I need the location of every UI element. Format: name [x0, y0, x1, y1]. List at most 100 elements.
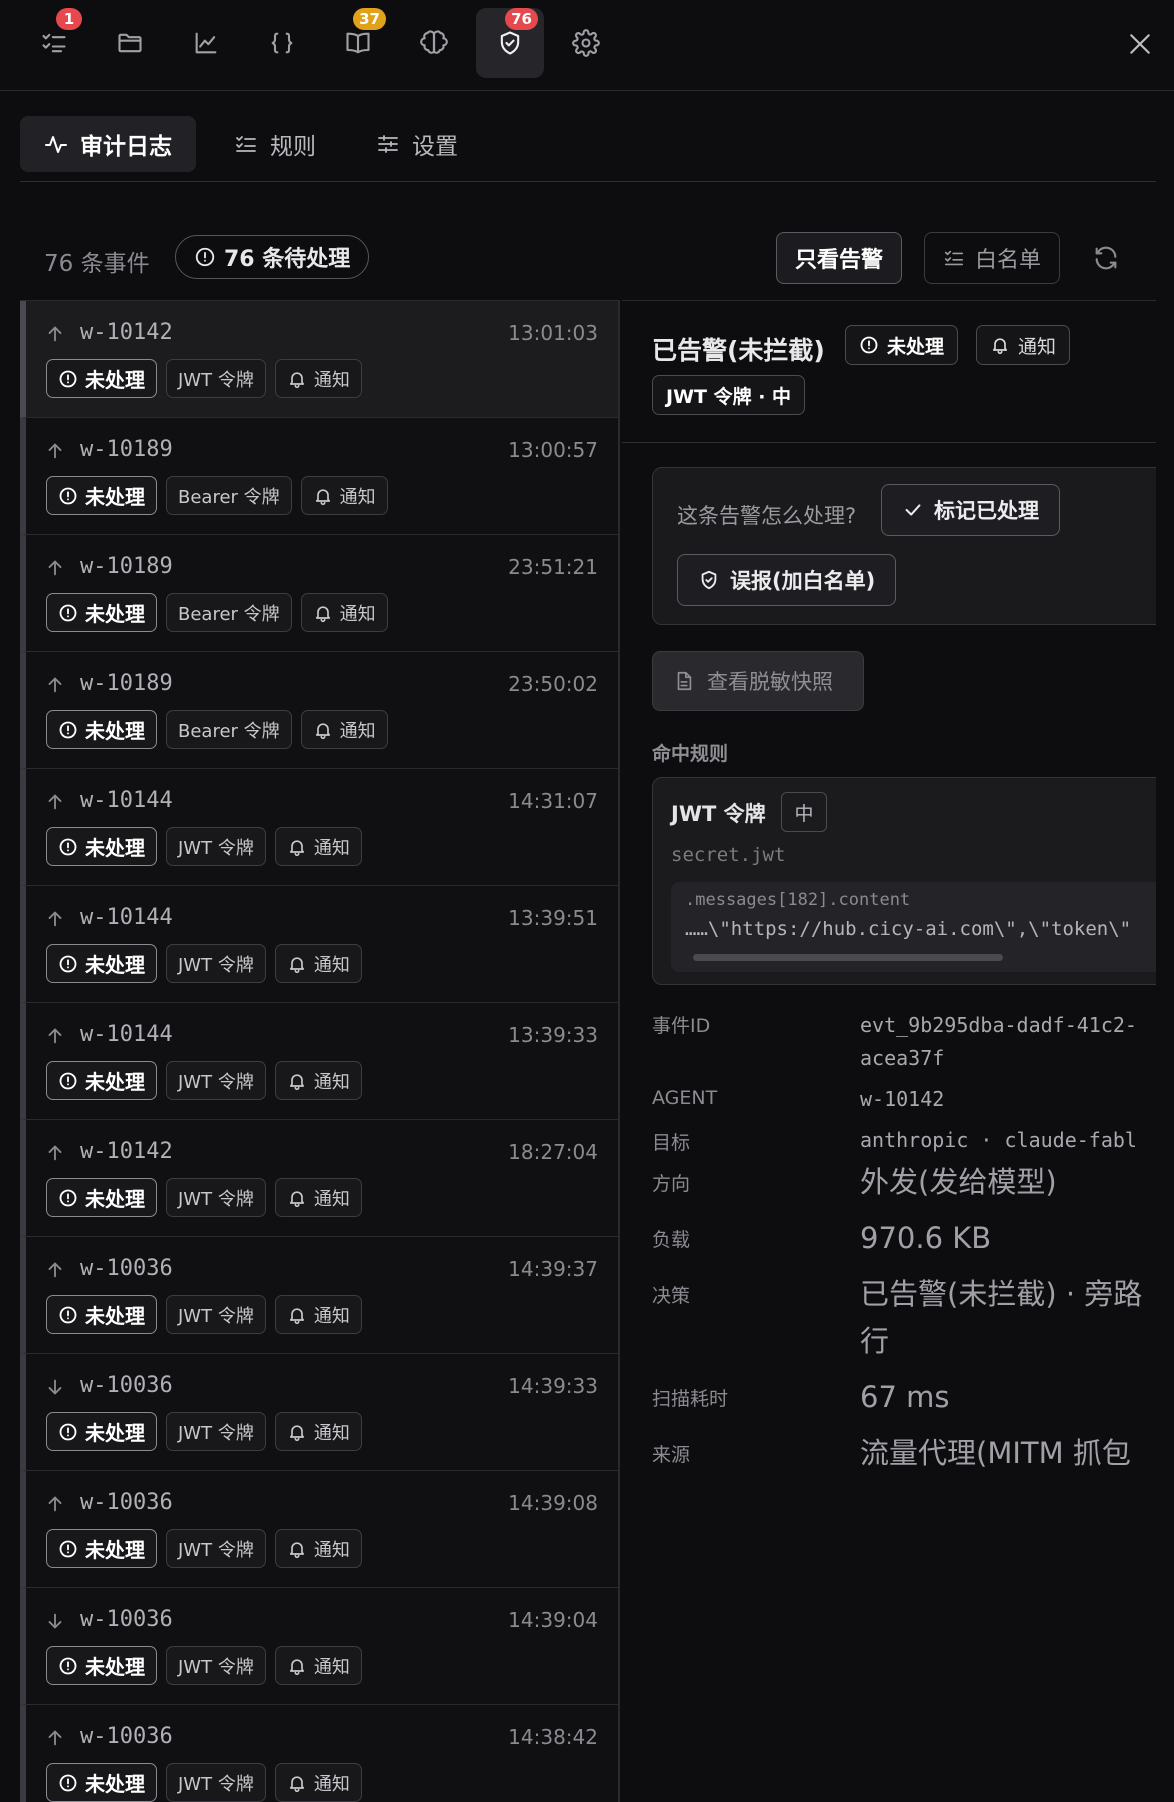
alert-circle-icon: [59, 487, 77, 504]
arrow-up-icon: [48, 1145, 62, 1161]
token-type-badge: JWT 令牌: [166, 1178, 266, 1217]
event-time: 13:00:57: [508, 438, 598, 462]
pending-count-badge[interactable]: 76 条待处理: [175, 235, 370, 279]
action-badge: 通知: [274, 1646, 362, 1685]
token-type-badge: Bearer 令牌: [166, 710, 292, 749]
bell-icon: [289, 1658, 304, 1675]
folder-button[interactable]: [96, 8, 164, 78]
action-label: 通知: [339, 486, 376, 508]
checklist-button[interactable]: 1: [20, 8, 88, 78]
event-row[interactable]: w-10142 18:27:04 未处理 JWT 令牌 通知: [20, 1120, 618, 1237]
close-button[interactable]: [1120, 24, 1160, 64]
action-badge: 通知: [274, 1295, 362, 1334]
action-label: 通知: [313, 1305, 350, 1327]
alert-circle-icon: [59, 1657, 77, 1674]
status-label: 未处理: [85, 485, 145, 509]
list-check-icon: [236, 136, 256, 152]
event-row[interactable]: w-10144 14:31:07 未处理 JWT 令牌 通知: [20, 769, 618, 886]
security-audit-button[interactable]: 76: [476, 8, 544, 78]
event-row[interactable]: w-10036 14:39:04 未处理 JWT 令牌 通知: [20, 1588, 618, 1705]
event-row[interactable]: w-10189 23:51:21 未处理 Bearer 令牌 通知: [20, 535, 618, 652]
mark-resolved-label: 标记已处理: [934, 499, 1039, 523]
event-row[interactable]: w-10036 14:39:08 未处理 JWT 令牌 通知: [20, 1471, 618, 1588]
action-label: 通知: [313, 1773, 350, 1795]
event-time: 18:27:04: [508, 1140, 598, 1164]
alerts-only-button[interactable]: 只看告警: [776, 232, 903, 284]
view-snapshot-button[interactable]: 查看脱敏快照: [652, 651, 864, 711]
hit-rules-heading: 命中规则: [652, 743, 729, 765]
event-time: 14:39:04: [508, 1608, 598, 1632]
resolution-question: 这条告警怎么处理?: [677, 504, 857, 528]
braces-button[interactable]: [248, 8, 316, 78]
event-time: 13:39:33: [508, 1023, 598, 1047]
event-row[interactable]: w-10189 23:50:02 未处理 Bearer 令牌 通知: [20, 652, 618, 769]
event-agent: w-10036: [80, 1373, 173, 1398]
horizontal-scrollbar[interactable]: [693, 954, 1003, 961]
event-row[interactable]: w-10036 14:39:33 未处理 JWT 令牌 通知: [20, 1354, 618, 1471]
status-badge: 未处理: [46, 1763, 157, 1802]
mark-resolved-button[interactable]: 标记已处理: [881, 484, 1060, 536]
tab-rules[interactable]: 规则: [210, 116, 340, 172]
shield-check-icon: [701, 570, 717, 590]
bell-icon: [992, 338, 1008, 355]
false-positive-button[interactable]: 误报(加白名单): [677, 554, 897, 606]
status-label: 未处理: [85, 1070, 145, 1094]
event-agent: w-10036: [80, 1256, 173, 1281]
notification-badge: 37: [353, 8, 386, 30]
event-agent: w-10189: [80, 437, 173, 462]
brain-icon: [420, 30, 448, 54]
status-label: 未处理: [85, 1187, 145, 1211]
tab-label: 审计日志: [80, 134, 172, 160]
event-row[interactable]: w-10144 13:39:33 未处理 JWT 令牌 通知: [20, 1003, 618, 1120]
token-type-badge: JWT 令牌: [166, 359, 266, 398]
summary-bar: 76 条事件 76 条待处理 只看告警 白名单: [20, 232, 1156, 292]
tab-label: 设置: [412, 134, 458, 160]
bell-icon: [315, 605, 330, 622]
action-badge: 通知: [274, 1178, 362, 1217]
detail-title: 已告警(未拦截): [652, 336, 825, 365]
token-type-badge: JWT 令牌: [166, 1295, 266, 1334]
action-label: 通知: [1018, 335, 1057, 358]
resolution-box: 这条告警怎么处理? 标记已处理 误报(加白名单): [652, 467, 1156, 625]
payload-label: 负载: [652, 1229, 691, 1251]
tab-settings[interactable]: 设置: [352, 116, 482, 172]
book-button[interactable]: 37: [324, 8, 392, 78]
brain-button[interactable]: [400, 8, 468, 78]
status-label: 未处理: [887, 335, 945, 358]
alert-circle-icon: [59, 1540, 77, 1557]
chart-button[interactable]: [172, 8, 240, 78]
refresh-button[interactable]: [1088, 240, 1124, 276]
event-time: 14:31:07: [508, 789, 598, 813]
event-row[interactable]: w-10142 13:01:03 未处理 JWT 令牌 通知: [20, 301, 618, 418]
event-time: 14:39:33: [508, 1374, 598, 1398]
settings-button[interactable]: [552, 8, 620, 78]
status-badge: 未处理: [46, 1412, 157, 1451]
shield-check-icon: [500, 31, 520, 55]
action-badge: 通知: [976, 325, 1071, 365]
bell-icon: [289, 956, 304, 973]
file-icon: [677, 671, 692, 691]
event-row[interactable]: w-10036 14:38:42 未处理 JWT 令牌 通知: [20, 1705, 618, 1802]
action-label: 通知: [313, 369, 350, 391]
action-label: 通知: [313, 1656, 350, 1678]
activity-icon: [45, 136, 67, 153]
status-label: 未处理: [85, 1772, 145, 1796]
decision-value-cont: 行: [860, 1324, 890, 1358]
tab-audit-log[interactable]: 审计日志: [20, 116, 196, 172]
refresh-icon: [1095, 246, 1117, 270]
action-badge: 通知: [300, 593, 388, 632]
event-row[interactable]: w-10144 13:39:51 未处理 JWT 令牌 通知: [20, 886, 618, 1003]
decision-label: 决策: [652, 1285, 691, 1307]
token-type-badge: JWT 令牌: [166, 1763, 266, 1802]
action-badge: 通知: [300, 476, 388, 515]
decision-value: 已告警(未拦截) · 旁路: [860, 1277, 1143, 1311]
event-row[interactable]: w-10189 13:00:57 未处理 Bearer 令牌 通知: [20, 418, 618, 535]
action-label: 通知: [313, 1539, 350, 1561]
event-row[interactable]: w-10036 14:39:37 未处理 JWT 令牌 通知: [20, 1237, 618, 1354]
whitelist-button[interactable]: 白名单: [924, 232, 1061, 284]
status-badge: 未处理: [46, 827, 157, 866]
alert-circle-icon: [59, 604, 77, 621]
token-type-badge: JWT 令牌: [166, 1529, 266, 1568]
status-label: 未处理: [85, 836, 145, 860]
event-tags: 未处理 JWT 令牌 通知: [46, 1763, 362, 1802]
